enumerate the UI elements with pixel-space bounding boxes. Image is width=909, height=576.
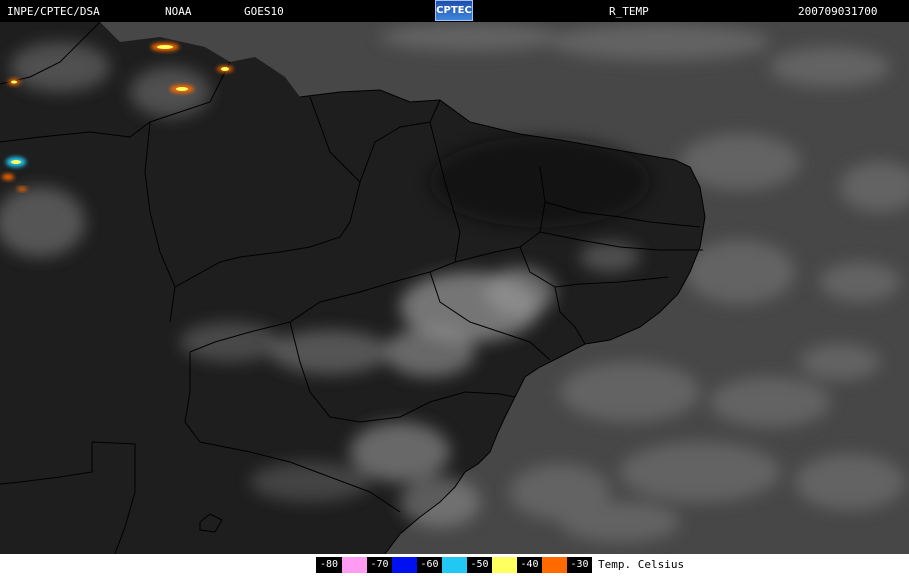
legend-label-minus-30: -30: [567, 557, 592, 573]
legend-label-minus-80: -80: [316, 557, 342, 573]
agency-label: NOAA: [165, 5, 192, 18]
legend-swatch-minus-50: [492, 557, 517, 573]
legend-label-minus-40: -40: [517, 557, 542, 573]
product-label: R_TEMP: [609, 5, 649, 18]
legend-swatch-minus-70: [392, 557, 417, 573]
cptec-logo: CPTEC: [435, 0, 473, 21]
legend-label-minus-50: -50: [467, 557, 492, 573]
legend-title: Temp. Celsius: [598, 558, 685, 571]
datetime-label: 200709031700: [798, 5, 878, 18]
satellite-label: GOES10: [244, 5, 284, 18]
legend-swatch-minus-80: [342, 557, 367, 573]
temperature-legend: -80 -70 -60 -50 -40 -30 Temp. Celsius: [0, 554, 909, 576]
legend-label-minus-60: -60: [417, 557, 442, 573]
satellite-image-frame: INPE/CPTEC/DSA NOAA GOES10 CPTEC R_TEMP …: [0, 0, 909, 576]
legend-label-minus-70: -70: [367, 557, 392, 573]
legend-swatch-minus-60: [442, 557, 467, 573]
infrared-map: [0, 22, 909, 554]
header-bar: INPE/CPTEC/DSA NOAA GOES10 CPTEC R_TEMP …: [0, 0, 909, 22]
dark-interior: [430, 137, 650, 227]
legend-swatch-minus-40: [542, 557, 567, 573]
source-label: INPE/CPTEC/DSA: [7, 5, 100, 18]
